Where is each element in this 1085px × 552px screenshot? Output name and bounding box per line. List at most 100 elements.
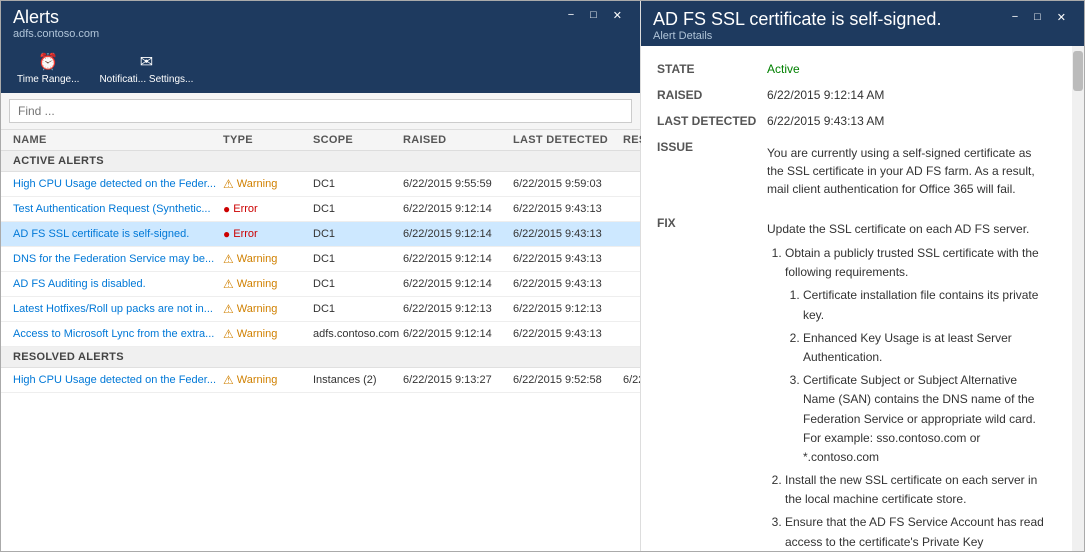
toolbar: ⏰ Time Range... ✉ Notificati... Settings… — [1, 44, 640, 93]
fix-sublist: Certificate installation file contains i… — [785, 286, 1048, 467]
active-alert-row[interactable]: High CPU Usage detected on the Feder... … — [1, 172, 640, 197]
alert-name: Test Authentication Request (Synthetic..… — [13, 203, 223, 215]
close-btn[interactable]: ✕ — [607, 7, 628, 24]
col-name: NAME — [13, 134, 223, 146]
badge-label: Warning — [237, 178, 278, 190]
alert-name: DNS for the Federation Service may be... — [13, 253, 223, 265]
alert-badge: ⚠ Warning — [223, 277, 277, 291]
alert-badge: ⚠ Warning — [223, 302, 277, 316]
alert-name: High CPU Usage detected on the Feder... — [13, 374, 223, 386]
alert-last-detected: 6/22/2015 9:43:13 — [513, 203, 623, 215]
alert-last-detected: 6/22/2015 9:43:13 — [513, 228, 623, 240]
alert-last-detected: 6/22/2015 9:43:13 — [513, 253, 623, 265]
alert-type: ⚠ Warning — [223, 373, 313, 387]
right-header: AD FS SSL certificate is self-signed. Al… — [641, 1, 1084, 46]
main-area: Alerts adfs.contoso.com − □ ✕ ⏰ Time Ran… — [1, 1, 1084, 551]
alert-last-detected: 6/22/2015 9:43:13 — [513, 328, 623, 340]
badge-icon: ⚠ — [223, 373, 234, 387]
resolved-alert-row[interactable]: High CPU Usage detected on the Feder... … — [1, 368, 640, 393]
fix-item: Ensure that the AD FS Service Account ha… — [785, 513, 1048, 551]
active-alert-row[interactable]: AD FS SSL certificate is self-signed. ● … — [1, 222, 640, 247]
badge-icon: ⚠ — [223, 302, 234, 316]
left-header: Alerts adfs.contoso.com − □ ✕ — [1, 1, 640, 44]
badge-icon: ⚠ — [223, 252, 234, 266]
active-alert-row[interactable]: Latest Hotfixes/Roll up packs are not in… — [1, 297, 640, 322]
right-minimize-btn[interactable]: − — [1006, 9, 1024, 26]
alert-scope: DC1 — [313, 278, 403, 290]
issue-label: ISSUE — [657, 136, 767, 212]
detail-subtitle: Alert Details — [653, 30, 941, 42]
alert-raised: 6/22/2015 9:12:14 — [403, 328, 513, 340]
alert-scope: DC1 — [313, 203, 403, 215]
alert-scope: DC1 — [313, 303, 403, 315]
last-detected-label: LAST DETECTED — [657, 110, 767, 136]
active-alerts-list: High CPU Usage detected on the Feder... … — [1, 172, 640, 347]
badge-icon: ⚠ — [223, 277, 234, 291]
alert-scope: DC1 — [313, 178, 403, 190]
state-value: Active — [767, 58, 1056, 84]
time-range-button[interactable]: ⏰ Time Range... — [9, 48, 87, 89]
right-maximize-btn[interactable]: □ — [1028, 9, 1047, 26]
app-window: Alerts adfs.contoso.com − □ ✕ ⏰ Time Ran… — [0, 0, 1085, 552]
minimize-btn[interactable]: − — [562, 7, 580, 24]
fix-intro: Update the SSL certificate on each AD FS… — [767, 220, 1048, 238]
scrollbar-thumb — [1073, 51, 1083, 91]
badge-label: Warning — [237, 278, 278, 290]
alert-type: ⚠ Warning — [223, 177, 313, 191]
issue-text: You are currently using a self-signed ce… — [767, 136, 1056, 212]
alert-scope: DC1 — [313, 253, 403, 265]
left-panel-title: Alerts — [13, 7, 99, 28]
alert-scope: adfs.contoso.com — [313, 328, 403, 340]
raised-label: RAISED — [657, 84, 767, 110]
alert-badge: ● Error — [223, 202, 258, 216]
raised-value: 6/22/2015 9:12:14 AM — [767, 84, 1056, 110]
fix-subitem: Certificate Subject or Subject Alternati… — [803, 371, 1048, 467]
alert-name: Latest Hotfixes/Roll up packs are not in… — [13, 303, 223, 315]
alert-badge: ⚠ Warning — [223, 327, 277, 341]
alert-type: ⚠ Warning — [223, 302, 313, 316]
active-alert-row[interactable]: DNS for the Federation Service may be...… — [1, 247, 640, 272]
active-alert-row[interactable]: AD FS Auditing is disabled. ⚠ Warning DC… — [1, 272, 640, 297]
alert-last-detected: 6/22/2015 9:43:13 — [513, 278, 623, 290]
alert-badge: ⚠ Warning — [223, 177, 277, 191]
alert-raised: 6/22/2015 9:12:13 — [403, 303, 513, 315]
active-alert-row[interactable]: Access to Microsoft Lync from the extra.… — [1, 322, 640, 347]
right-close-btn[interactable]: ✕ — [1051, 9, 1072, 26]
right-panel: AD FS SSL certificate is self-signed. Al… — [641, 1, 1084, 551]
state-label: STATE — [657, 58, 767, 84]
active-alerts-section-header: ACTIVE ALERTS — [1, 151, 640, 172]
fix-content: Update the SSL certificate on each AD FS… — [767, 212, 1056, 551]
detail-title: AD FS SSL certificate is self-signed. — [653, 9, 941, 30]
fix-subitem: Certificate installation file contains i… — [803, 286, 1048, 324]
alert-raised: 6/22/2015 9:13:27 — [403, 374, 513, 386]
fix-list: Obtain a publicly trusted SSL certificat… — [767, 244, 1048, 551]
badge-icon: ⚠ — [223, 327, 234, 341]
notification-settings-button[interactable]: ✉ Notificati... Settings... — [91, 48, 201, 89]
table-body: ACTIVE ALERTS High CPU Usage detected on… — [1, 151, 640, 551]
bell-icon: ✉ — [140, 52, 153, 72]
resolved-alerts-list: High CPU Usage detected on the Feder... … — [1, 368, 640, 393]
fix-item: Obtain a publicly trusted SSL certificat… — [785, 244, 1048, 467]
alert-resolved: 6/22/2015 9:53:58 — [623, 374, 640, 386]
badge-label: Warning — [237, 253, 278, 265]
scrollbar[interactable] — [1072, 46, 1084, 551]
left-panel: Alerts adfs.contoso.com − □ ✕ ⏰ Time Ran… — [1, 1, 641, 551]
search-input[interactable] — [9, 99, 632, 123]
badge-icon: ● — [223, 227, 230, 241]
fix-subitem: Enhanced Key Usage is at least Server Au… — [803, 329, 1048, 367]
alert-name: AD FS Auditing is disabled. — [13, 278, 223, 290]
alert-type: ⚠ Warning — [223, 277, 313, 291]
alert-last-detected: 6/22/2015 9:52:58 — [513, 374, 623, 386]
badge-label: Warning — [237, 374, 278, 386]
alert-raised: 6/22/2015 9:12:14 — [403, 203, 513, 215]
alert-badge: ⚠ Warning — [223, 373, 277, 387]
alert-name: High CPU Usage detected on the Feder... — [13, 178, 223, 190]
active-alert-row[interactable]: Test Authentication Request (Synthetic..… — [1, 197, 640, 222]
badge-label: Warning — [237, 328, 278, 340]
alert-type: ● Error — [223, 227, 313, 241]
alert-scope: Instances (2) — [313, 374, 403, 386]
alert-last-detected: 6/22/2015 9:59:03 — [513, 178, 623, 190]
detail-content: STATE Active RAISED 6/22/2015 9:12:14 AM… — [641, 46, 1072, 551]
left-panel-subtitle: adfs.contoso.com — [13, 28, 99, 40]
maximize-btn[interactable]: □ — [584, 7, 603, 24]
